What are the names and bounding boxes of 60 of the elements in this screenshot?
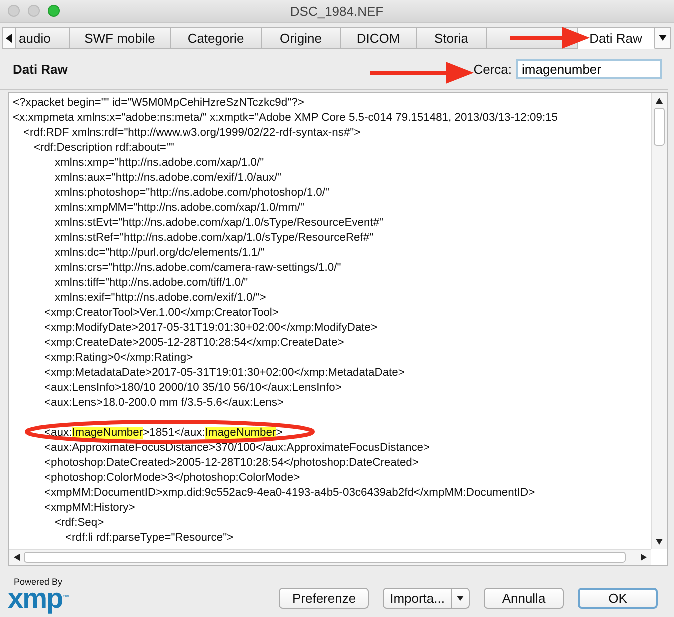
xml-line: <xmp:CreateDate>2005-12-28T10:28:54</xmp:CreateDate> bbox=[44, 337, 344, 349]
tab[interactable]: Storia bbox=[417, 27, 487, 49]
xml-line: <xmpMM:DocumentID>xmp.did:9c552ac9-4ea0-4193-a4b5-03c6439ab2fd</xmpMM:DocumentID> bbox=[44, 487, 536, 499]
xml-line: <x:xmpmeta xmlns:x="adobe:ns:meta/" x:xmptk="Adobe XMP Core 5.5-c014 79.151481, 2013/03/13-12:09:15 bbox=[13, 112, 558, 124]
xml-line: <photoshop:ColorMode>3</photoshop:ColorMode> bbox=[44, 472, 300, 484]
xml-line: xmlns:xmp="http://ns.adobe.com/xap/1.0/" bbox=[55, 157, 264, 169]
xml-line: xmlns:stEvt="http://ns.adobe.com/xap/1.0/sType/ResourceEvent#" bbox=[55, 217, 384, 229]
left-arrow-icon bbox=[6, 34, 12, 42]
xml-line: <rdf:RDF xmlns:rdf="http://www.w3.org/1999/02/22-rdf-syntax-ns#"> bbox=[24, 127, 361, 139]
tab[interactable]: DICOM bbox=[341, 27, 417, 49]
xml-line: xmlns:crs="http://ns.adobe.com/camera-raw-settings/1.0/" bbox=[55, 262, 342, 274]
tab[interactable]: Origine bbox=[262, 27, 341, 49]
window-title: DSC_1984.NEF bbox=[290, 4, 384, 18]
xml-line: <rdf:li rdf:parseType="Resource"> bbox=[66, 532, 234, 544]
xml-line: <aux:Lens>18.0-200.0 mm f/3.5-5.6</aux:Lens> bbox=[44, 397, 284, 409]
logo-caption: Powered By bbox=[14, 578, 63, 587]
xml-line: xmlns:exif="http://ns.adobe.com/exif/1.0/"> bbox=[55, 292, 266, 304]
xml-line: xmlns:photoshop="http://ns.adobe.com/photoshop/1.0/" bbox=[55, 187, 330, 199]
scroll-thumb[interactable] bbox=[654, 108, 665, 146]
tab[interactable]: Categorie bbox=[171, 27, 262, 49]
xml-line: <photoshop:DateCreated>2005-12-28T10:28:54</photoshop:DateCreated> bbox=[44, 457, 419, 469]
horizontal-scrollbar[interactable] bbox=[9, 549, 651, 565]
xml-line: xmlns:aux="http://ns.adobe.com/exif/1.0/aux/" bbox=[55, 172, 282, 184]
search-label: Cerca: bbox=[474, 62, 512, 76]
tab-menu-button[interactable] bbox=[655, 27, 671, 49]
dialog-button[interactable]: Annulla bbox=[484, 588, 564, 609]
xml-line: xmlns:tiff="http://ns.adobe.com/tiff/1.0/" bbox=[55, 277, 248, 289]
caret-icon bbox=[457, 596, 464, 601]
zoom-button[interactable] bbox=[48, 5, 60, 17]
search-field[interactable]: imagenumber bbox=[516, 59, 662, 79]
right-arrow-icon[interactable] bbox=[640, 554, 646, 561]
tab[interactable]: Dati Raw bbox=[578, 27, 655, 49]
caret-icon bbox=[658, 35, 666, 41]
xml-line: <aux:ApproximateFocusDistance>370/100</aux:ApproximateFocusDistance> bbox=[44, 442, 430, 454]
dialog-button[interactable]: OK bbox=[578, 588, 658, 609]
scroll-thumb[interactable] bbox=[24, 552, 626, 563]
left-arrow-icon[interactable] bbox=[14, 554, 20, 561]
dropdown-button[interactable] bbox=[452, 588, 470, 609]
xml-line: xmlns:dc="http://purl.org/dc/elements/1.1/" bbox=[55, 247, 265, 259]
xml-line: <aux:ImageNumber>1851</aux:ImageNumber> bbox=[44, 427, 283, 439]
xml-line: <xmp:ModifyDate>2017-05-31T19:01:30+02:00</xmp:ModifyDate> bbox=[44, 322, 378, 334]
xml-line: xmlns:stRef="http://ns.adobe.com/xap/1.0/sType/ResourceRef#" bbox=[55, 232, 374, 244]
xml-line: <xmp:Rating>0</xmp:Rating> bbox=[44, 352, 194, 364]
scroll-left-button[interactable] bbox=[2, 27, 16, 49]
up-arrow-icon[interactable] bbox=[656, 98, 663, 104]
xml-line: <rdf:Seq> bbox=[55, 517, 104, 529]
xml-line: <aux:LensInfo>180/10 2000/10 35/10 56/10</aux:LensInfo> bbox=[44, 382, 342, 394]
xml-line: <?xpacket begin="" id="W5M0MpCehiHzreSzNTczkc9d"?> bbox=[13, 97, 304, 109]
xml-line: xmlns:xmpMM="http://ns.adobe.com/xap/1.0/mm/" bbox=[55, 202, 304, 214]
dialog-button[interactable]: Preferenze bbox=[279, 588, 370, 609]
tab[interactable]: audio bbox=[16, 27, 70, 49]
tab[interactable]: SWF mobile bbox=[70, 27, 171, 49]
import-button[interactable]: Importa... bbox=[383, 588, 452, 609]
xml-line: <xmp:CreatorTool>Ver.1.00</xmp:CreatorTool> bbox=[44, 307, 279, 319]
xml-line: <rdf:Description rdf:about="" bbox=[34, 142, 174, 154]
xml-line: <xmp:MetadataDate>2017-05-31T19:01:30+02:00</xmp:MetadataDate> bbox=[44, 367, 405, 379]
xml-line: <xmpMM:History> bbox=[44, 502, 136, 514]
panel-title: Dati Raw bbox=[13, 62, 68, 76]
down-arrow-icon[interactable] bbox=[656, 538, 663, 544]
vertical-scrollbar[interactable] bbox=[651, 93, 667, 549]
